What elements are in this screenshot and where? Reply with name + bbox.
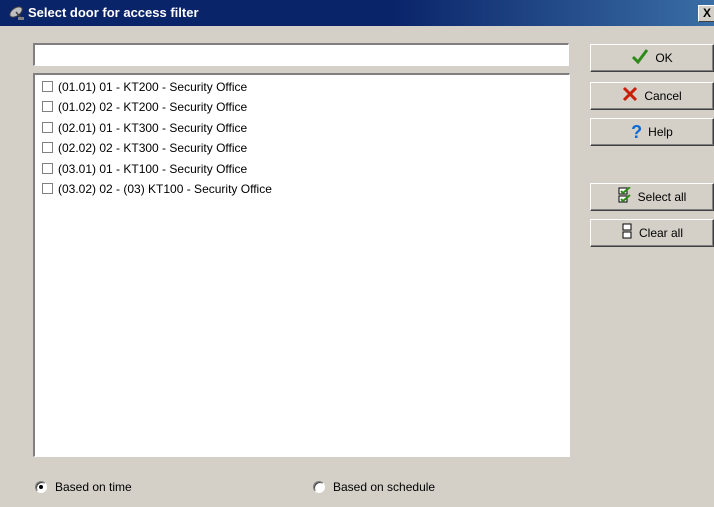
cancel-label: Cancel — [644, 89, 682, 103]
radio-button[interactable] — [313, 481, 325, 493]
ok-label: OK — [655, 51, 673, 65]
list-item-door-2[interactable]: (01.02) 02 - KT200 - Security Office — [42, 98, 247, 115]
checkbox[interactable] — [42, 122, 53, 133]
checkbox[interactable] — [42, 81, 53, 92]
question-icon: ? — [631, 122, 643, 142]
radio-label: Based on schedule — [333, 480, 436, 494]
checkbox[interactable] — [42, 101, 53, 112]
checkbox[interactable] — [42, 183, 53, 194]
select-all-label: Select all — [637, 190, 687, 204]
radio-selected-dot — [39, 485, 43, 489]
clear-all-icon — [621, 223, 633, 243]
door-label: (02.01) 01 - KT300 - Security Office — [58, 120, 248, 135]
checkbox[interactable] — [42, 142, 53, 153]
door-label: (02.02) 02 - KT300 - Security Office — [58, 140, 248, 155]
radio-based-on-schedule[interactable]: Based on schedule — [313, 480, 435, 494]
door-label: (03.02) 02 - (03) KT100 - Security Offic… — [58, 181, 272, 196]
filter-input[interactable] — [33, 43, 569, 66]
radio-button[interactable] — [35, 481, 47, 493]
door-label: (01.02) 02 - KT200 - Security Office — [58, 99, 248, 114]
ok-button[interactable]: OK — [590, 44, 714, 72]
check-icon — [631, 48, 649, 68]
dialog-window: Select door for access filter X (01.01) … — [0, 0, 714, 507]
cancel-button[interactable]: Cancel — [590, 82, 714, 110]
door-label: (03.01) 01 - KT100 - Security Office — [58, 161, 248, 176]
door-label: (01.01) 01 - KT200 - Security Office — [58, 79, 248, 94]
select-all-icon — [618, 186, 632, 207]
radio-based-on-time[interactable]: Based on time — [35, 480, 132, 494]
door-list[interactable]: (01.01) 01 - KT200 - Security Office (01… — [33, 73, 570, 457]
x-icon — [622, 86, 638, 106]
clear-all-button[interactable]: Clear all — [590, 219, 714, 247]
satellite-dish-icon — [8, 4, 26, 22]
select-all-button[interactable]: Select all — [590, 183, 714, 211]
list-item-door-3[interactable]: (02.01) 01 - KT300 - Security Office — [42, 119, 247, 136]
help-button[interactable]: ? Help — [590, 118, 714, 146]
checkbox[interactable] — [42, 163, 53, 174]
window-title: Select door for access filter — [28, 5, 199, 20]
clear-all-label: Clear all — [638, 226, 683, 240]
radio-label: Based on time — [55, 480, 132, 494]
title-bar[interactable]: Select door for access filter X — [0, 0, 714, 26]
list-item-door-6[interactable]: (03.02) 02 - (03) KT100 - Security Offic… — [42, 180, 272, 197]
list-item-door-5[interactable]: (03.01) 01 - KT100 - Security Office — [42, 160, 247, 177]
list-item-door-4[interactable]: (02.02) 02 - KT300 - Security Office — [42, 139, 247, 156]
list-item-door-1[interactable]: (01.01) 01 - KT200 - Security Office — [42, 78, 247, 95]
close-button[interactable]: X — [698, 5, 714, 22]
help-label: Help — [648, 125, 673, 139]
